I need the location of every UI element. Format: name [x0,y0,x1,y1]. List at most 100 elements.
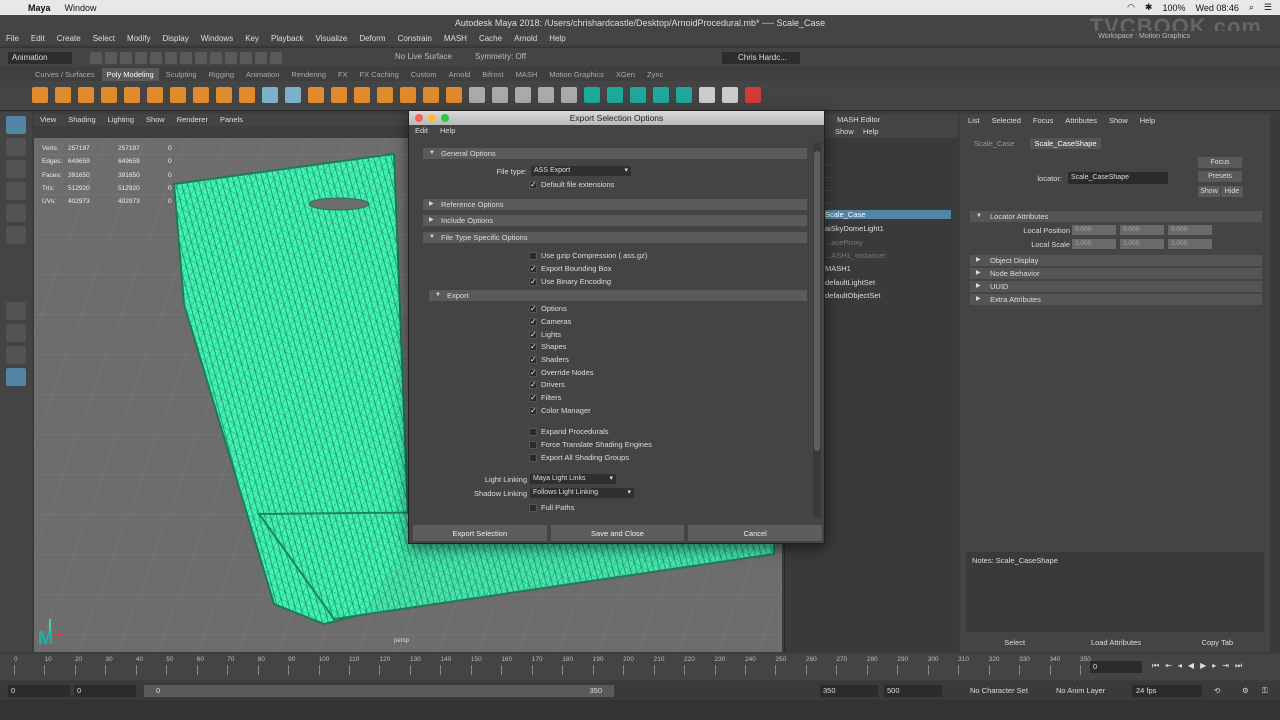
vp-menu-view[interactable]: View [40,114,56,126]
poly-plane-icon[interactable] [147,87,163,103]
menu-key[interactable]: Key [245,34,259,43]
select-hierarchy-icon[interactable] [165,52,177,64]
step-forward-frame-icon[interactable]: ▸ [1212,661,1216,671]
notes-field[interactable]: Notes: Scale_CaseShape [966,552,1264,632]
shelf-tab-fx[interactable]: FX [333,68,353,81]
quad-draw-icon[interactable] [538,87,554,103]
tab-scale-case-shape[interactable]: Scale_CaseShape [1030,138,1101,149]
menu-deform[interactable]: Deform [359,34,385,43]
section-include-options[interactable]: ▶ Include Options [423,215,807,226]
go-to-start-icon[interactable]: ⏮ [1152,661,1159,671]
force-translate-checkbox[interactable] [529,441,537,449]
tab-scale-case[interactable]: Scale_Case [970,138,1018,149]
menu-visualize[interactable]: Visualize [315,34,347,43]
cut-uv-icon[interactable] [699,87,715,103]
close-window-icon[interactable] [415,114,423,122]
section-extra-attributes[interactable]: ▶ Extra Attributes [970,294,1262,305]
menu-list-icon[interactable]: ☰ [1264,2,1272,13]
redo-icon[interactable] [150,52,162,64]
select-tool-icon[interactable] [6,116,26,134]
locator-name-field[interactable]: Scale_CaseShape [1068,172,1168,184]
step-back-frame-icon[interactable]: ◂ [1178,661,1182,671]
dialog-menu-help[interactable]: Help [440,125,455,137]
live-surface-label[interactable]: No Live Surface [395,52,452,61]
shelf-tab-curves[interactable]: Curves / Surfaces [30,68,100,81]
menu-mash[interactable]: MASH [444,34,467,43]
expand-procedurals-checkbox[interactable] [529,428,537,436]
new-scene-icon[interactable] [90,52,102,64]
export-shapes-checkbox[interactable] [529,342,537,351]
combine-icon[interactable] [262,87,278,103]
shelf-tab-bifrost[interactable]: Bifrost [477,68,508,81]
time-ticks[interactable]: 0 10 20 30 40 50 60 70 80 90 100 110 120 130 140 150 160… [14,656,1091,678]
select-button[interactable]: Select [966,636,1064,650]
focus-button[interactable]: Focus [1198,157,1242,168]
bevel-icon[interactable] [377,87,393,103]
outliner-item[interactable]: ...aceProxy [825,238,863,247]
go-to-end-icon[interactable]: ⏭ [1235,661,1242,671]
bounding-box-checkbox[interactable] [529,264,537,273]
ae-menu-focus[interactable]: Focus [1033,116,1053,125]
two-pane-layout-icon[interactable] [6,346,26,364]
bridge-icon[interactable] [354,87,370,103]
search-icon[interactable]: ⌕ [1249,2,1254,13]
end-time-field[interactable]: 500 [884,685,942,697]
snap-surface-icon[interactable] [270,52,282,64]
light-linking-dropdown[interactable]: Maya Light Links [530,474,616,484]
copy-tab-button[interactable]: Copy Tab [1168,636,1266,650]
local-position-z[interactable]: 0.000 [1168,225,1212,235]
scale-tool-icon[interactable] [6,226,26,244]
snap-curve-icon[interactable] [225,52,237,64]
local-scale-y[interactable]: 1.000 [1120,239,1164,249]
ae-menu-help[interactable]: Help [1140,116,1155,125]
vp-menu-renderer[interactable]: Renderer [177,114,208,126]
shelf-tab-motion-graphics[interactable]: Motion Graphics [544,68,609,81]
outliner-layout-icon[interactable] [6,368,26,386]
ae-menu-attributes[interactable]: Attributes [1065,116,1097,125]
command-line[interactable] [0,700,1280,720]
symmetry-dropdown[interactable]: Symmetry: Off [475,52,526,61]
snap-point-icon[interactable] [240,52,252,64]
poly-torus-icon[interactable] [124,87,140,103]
character-set[interactable]: No Character Set [970,686,1028,695]
smooth-icon[interactable] [308,87,324,103]
vp-menu-show[interactable]: Show [146,114,165,126]
outliner-menu-show[interactable]: Show [835,127,854,136]
vp-menu-panels[interactable]: Panels [220,114,243,126]
save-and-close-button[interactable]: Save and Close [550,525,685,541]
fill-hole-icon[interactable] [446,87,462,103]
current-frame-field[interactable]: 0 [1090,661,1142,673]
edge-loop-icon[interactable] [561,87,577,103]
cylindrical-map-icon[interactable] [653,87,669,103]
open-scene-icon[interactable] [105,52,117,64]
user-account-dropdown[interactable]: Chris Hardc... [722,52,800,64]
anim-start-field[interactable]: 0 [74,685,136,697]
gzip-checkbox[interactable] [529,252,537,260]
move-tool-icon[interactable] [6,182,26,200]
poly-disc-icon[interactable] [170,87,186,103]
extrude-icon[interactable] [331,87,347,103]
poly-cylinder-icon[interactable] [78,87,94,103]
export-override-nodes-checkbox[interactable] [529,368,537,377]
spherical-map-icon[interactable] [676,87,692,103]
snap-view-icon[interactable] [255,52,267,64]
zoom-window-icon[interactable] [441,114,449,122]
export-selection-button[interactable]: Export Selection [413,525,547,541]
dialog-scrollbar[interactable] [813,143,821,517]
save-scene-icon[interactable] [120,52,132,64]
shelf-tab-zync[interactable]: Zync [642,68,668,81]
outliner-item[interactable]: ...ASH1_Instancer [825,251,886,260]
planar-map-icon[interactable] [607,87,623,103]
local-position-x[interactable]: 0.000 [1072,225,1116,235]
menu-playback[interactable]: Playback [271,34,303,43]
paint-icon[interactable] [745,87,761,103]
outliner-item[interactable]: ... [825,184,831,193]
range-bar[interactable]: 0 350 [144,685,614,697]
bluetooth-icon[interactable]: ✱ [1145,2,1153,13]
snap-grid-icon[interactable] [210,52,222,64]
step-forward-key-icon[interactable]: ⇥ [1222,661,1229,671]
section-locator-attributes[interactable]: ▼ Locator Attributes [970,211,1262,222]
local-position-y[interactable]: 0.000 [1120,225,1164,235]
export-drivers-checkbox[interactable] [529,380,537,389]
battery-label[interactable]: 100% [1162,3,1185,13]
